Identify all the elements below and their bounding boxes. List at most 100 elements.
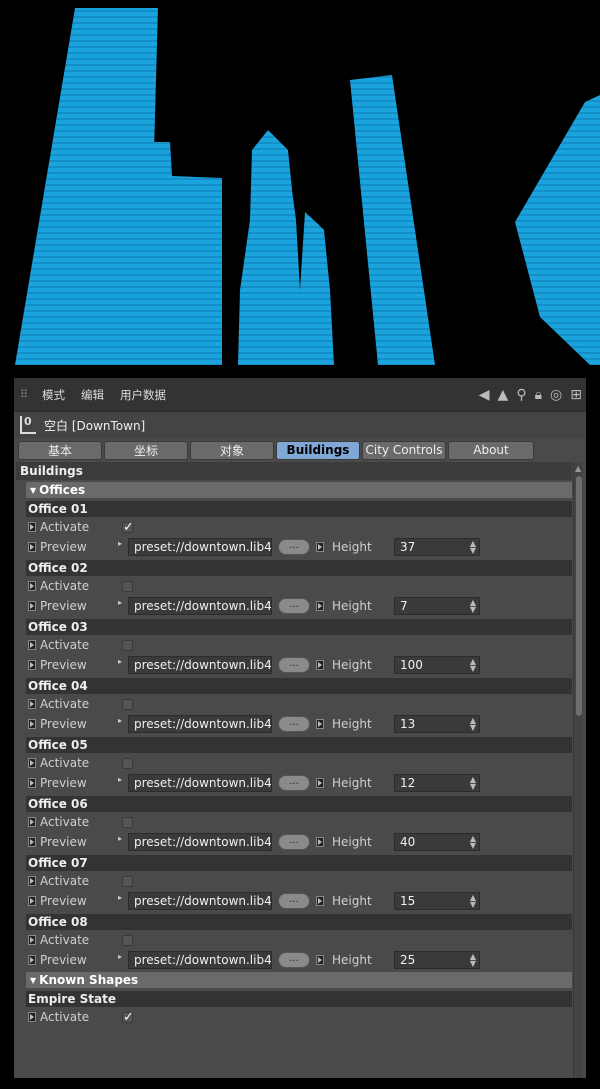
- activate-checkbox[interactable]: [122, 757, 133, 769]
- scrollbar-thumb[interactable]: [576, 476, 582, 716]
- back-arrow-icon[interactable]: ◀: [479, 388, 490, 402]
- tab-coordinates[interactable]: 坐标: [104, 440, 188, 460]
- height-field[interactable]: 100 ▲ ▼: [394, 656, 480, 674]
- group-known-shapes[interactable]: ▼ Known Shapes: [26, 972, 572, 988]
- keyframe-icon[interactable]: [28, 758, 36, 768]
- scrollbar[interactable]: ▲: [573, 462, 583, 1078]
- keyframe-icon[interactable]: [316, 542, 324, 552]
- keyframe-icon[interactable]: [28, 837, 36, 847]
- browse-button[interactable]: ...: [278, 775, 310, 791]
- keyframe-icon[interactable]: [28, 778, 36, 788]
- keyframe-icon[interactable]: [28, 581, 36, 591]
- lock-icon[interactable]: 🔒︎: [535, 388, 542, 402]
- keyframe-icon[interactable]: [28, 896, 36, 906]
- height-field[interactable]: 40 ▲ ▼: [394, 833, 480, 851]
- menu-mode[interactable]: 模式: [42, 387, 65, 403]
- spinner-arrows-icon[interactable]: ▲ ▼: [470, 776, 476, 791]
- keyframe-icon[interactable]: [316, 660, 324, 670]
- keyframe-icon[interactable]: [28, 601, 36, 611]
- activate-checkbox[interactable]: [122, 816, 133, 828]
- height-value: 40: [400, 835, 416, 849]
- preset-path-field[interactable]: preset://downtown.lib4d: [128, 833, 272, 851]
- preset-path-field[interactable]: preset://downtown.lib4d: [128, 656, 272, 674]
- keyframe-icon[interactable]: [28, 935, 36, 945]
- target-icon[interactable]: ◎: [550, 388, 562, 402]
- dropdown-marker-icon[interactable]: ▸: [118, 775, 128, 784]
- menu-user-data[interactable]: 用户数据: [120, 387, 166, 403]
- tab-city-controls[interactable]: City Controls: [362, 440, 446, 460]
- keyframe-icon[interactable]: [316, 719, 324, 729]
- keyframe-icon[interactable]: [28, 640, 36, 650]
- dropdown-marker-icon[interactable]: ▸: [118, 893, 128, 902]
- keyframe-icon[interactable]: [28, 522, 36, 532]
- group-offices-label: Offices: [39, 483, 86, 497]
- height-field[interactable]: 7 ▲ ▼: [394, 597, 480, 615]
- browse-button[interactable]: ...: [278, 598, 310, 614]
- tab-about[interactable]: About: [448, 440, 534, 460]
- activate-checkbox[interactable]: [122, 580, 133, 592]
- keyframe-icon[interactable]: [28, 1012, 36, 1022]
- browse-button[interactable]: ...: [278, 893, 310, 909]
- height-field[interactable]: 25 ▲ ▼: [394, 951, 480, 969]
- spinner-arrows-icon[interactable]: ▲ ▼: [470, 717, 476, 732]
- preset-path-field[interactable]: preset://downtown.lib4d: [128, 597, 272, 615]
- spinner-arrows-icon[interactable]: ▲ ▼: [470, 658, 476, 673]
- scroll-up-arrow-icon[interactable]: ▲: [575, 464, 581, 473]
- height-field[interactable]: 15 ▲ ▼: [394, 892, 480, 910]
- activate-checkbox[interactable]: [122, 875, 133, 887]
- keyframe-icon[interactable]: [28, 699, 36, 709]
- keyframe-icon[interactable]: [28, 955, 36, 965]
- activate-checkbox[interactable]: ✓: [122, 521, 134, 534]
- preset-path-field[interactable]: preset://downtown.lib4d: [128, 951, 272, 969]
- preset-path-field[interactable]: preset://downtown.lib4d: [128, 715, 272, 733]
- spinner-arrows-icon[interactable]: ▲ ▼: [470, 953, 476, 968]
- keyframe-icon[interactable]: [316, 837, 324, 847]
- keyframe-icon[interactable]: [28, 817, 36, 827]
- dropdown-marker-icon[interactable]: ▸: [118, 834, 128, 843]
- expand-triangle-icon[interactable]: ▼: [30, 976, 36, 985]
- group-offices[interactable]: ▼ Offices: [26, 482, 572, 498]
- menu-edit[interactable]: 编辑: [81, 387, 104, 403]
- height-field[interactable]: 37 ▲ ▼: [394, 538, 480, 556]
- add-icon[interactable]: ⊞: [570, 388, 582, 402]
- keyframe-icon[interactable]: [28, 876, 36, 886]
- keyframe-icon[interactable]: [28, 542, 36, 552]
- dropdown-marker-icon[interactable]: ▸: [118, 598, 128, 607]
- activate-checkbox[interactable]: [122, 934, 133, 946]
- dropdown-marker-icon[interactable]: ▸: [118, 952, 128, 961]
- browse-button[interactable]: ...: [278, 716, 310, 732]
- browse-button[interactable]: ...: [278, 834, 310, 850]
- preset-path-field[interactable]: preset://downtown.lib4d: [128, 538, 272, 556]
- keyframe-icon[interactable]: [316, 896, 324, 906]
- spinner-arrows-icon[interactable]: ▲ ▼: [470, 835, 476, 850]
- keyframe-icon[interactable]: [28, 719, 36, 729]
- tab-basic[interactable]: 基本: [18, 440, 102, 460]
- dropdown-marker-icon[interactable]: ▸: [118, 716, 128, 725]
- keyframe-icon[interactable]: [28, 660, 36, 670]
- browse-button[interactable]: ...: [278, 657, 310, 673]
- spinner-arrows-icon[interactable]: ▲ ▼: [470, 599, 476, 614]
- dropdown-marker-icon[interactable]: ▸: [118, 539, 128, 548]
- keyframe-icon[interactable]: [316, 601, 324, 611]
- keyframe-icon[interactable]: [316, 778, 324, 788]
- height-field[interactable]: 12 ▲ ▼: [394, 774, 480, 792]
- height-field[interactable]: 13 ▲ ▼: [394, 715, 480, 733]
- 3d-viewport[interactable]: [0, 0, 600, 378]
- tab-buildings[interactable]: Buildings: [276, 440, 360, 460]
- spinner-arrows-icon[interactable]: ▲ ▼: [470, 540, 476, 555]
- browse-button[interactable]: ...: [278, 539, 310, 555]
- keyframe-icon[interactable]: [316, 955, 324, 965]
- grip-icon[interactable]: ⠿: [20, 388, 32, 401]
- dropdown-marker-icon[interactable]: ▸: [118, 657, 128, 666]
- search-icon[interactable]: ⚲: [516, 388, 526, 402]
- preset-path-field[interactable]: preset://downtown.lib4d: [128, 774, 272, 792]
- expand-triangle-icon[interactable]: ▼: [30, 486, 36, 495]
- tab-object[interactable]: 对象: [190, 440, 274, 460]
- spinner-arrows-icon[interactable]: ▲ ▼: [470, 894, 476, 909]
- activate-checkbox[interactable]: [122, 698, 133, 710]
- browse-button[interactable]: ...: [278, 952, 310, 968]
- cursor-icon[interactable]: ▲: [498, 388, 509, 402]
- preset-path-field[interactable]: preset://downtown.lib4d: [128, 892, 272, 910]
- activate-checkbox[interactable]: [122, 639, 133, 651]
- activate-checkbox[interactable]: ✓: [122, 1011, 134, 1024]
